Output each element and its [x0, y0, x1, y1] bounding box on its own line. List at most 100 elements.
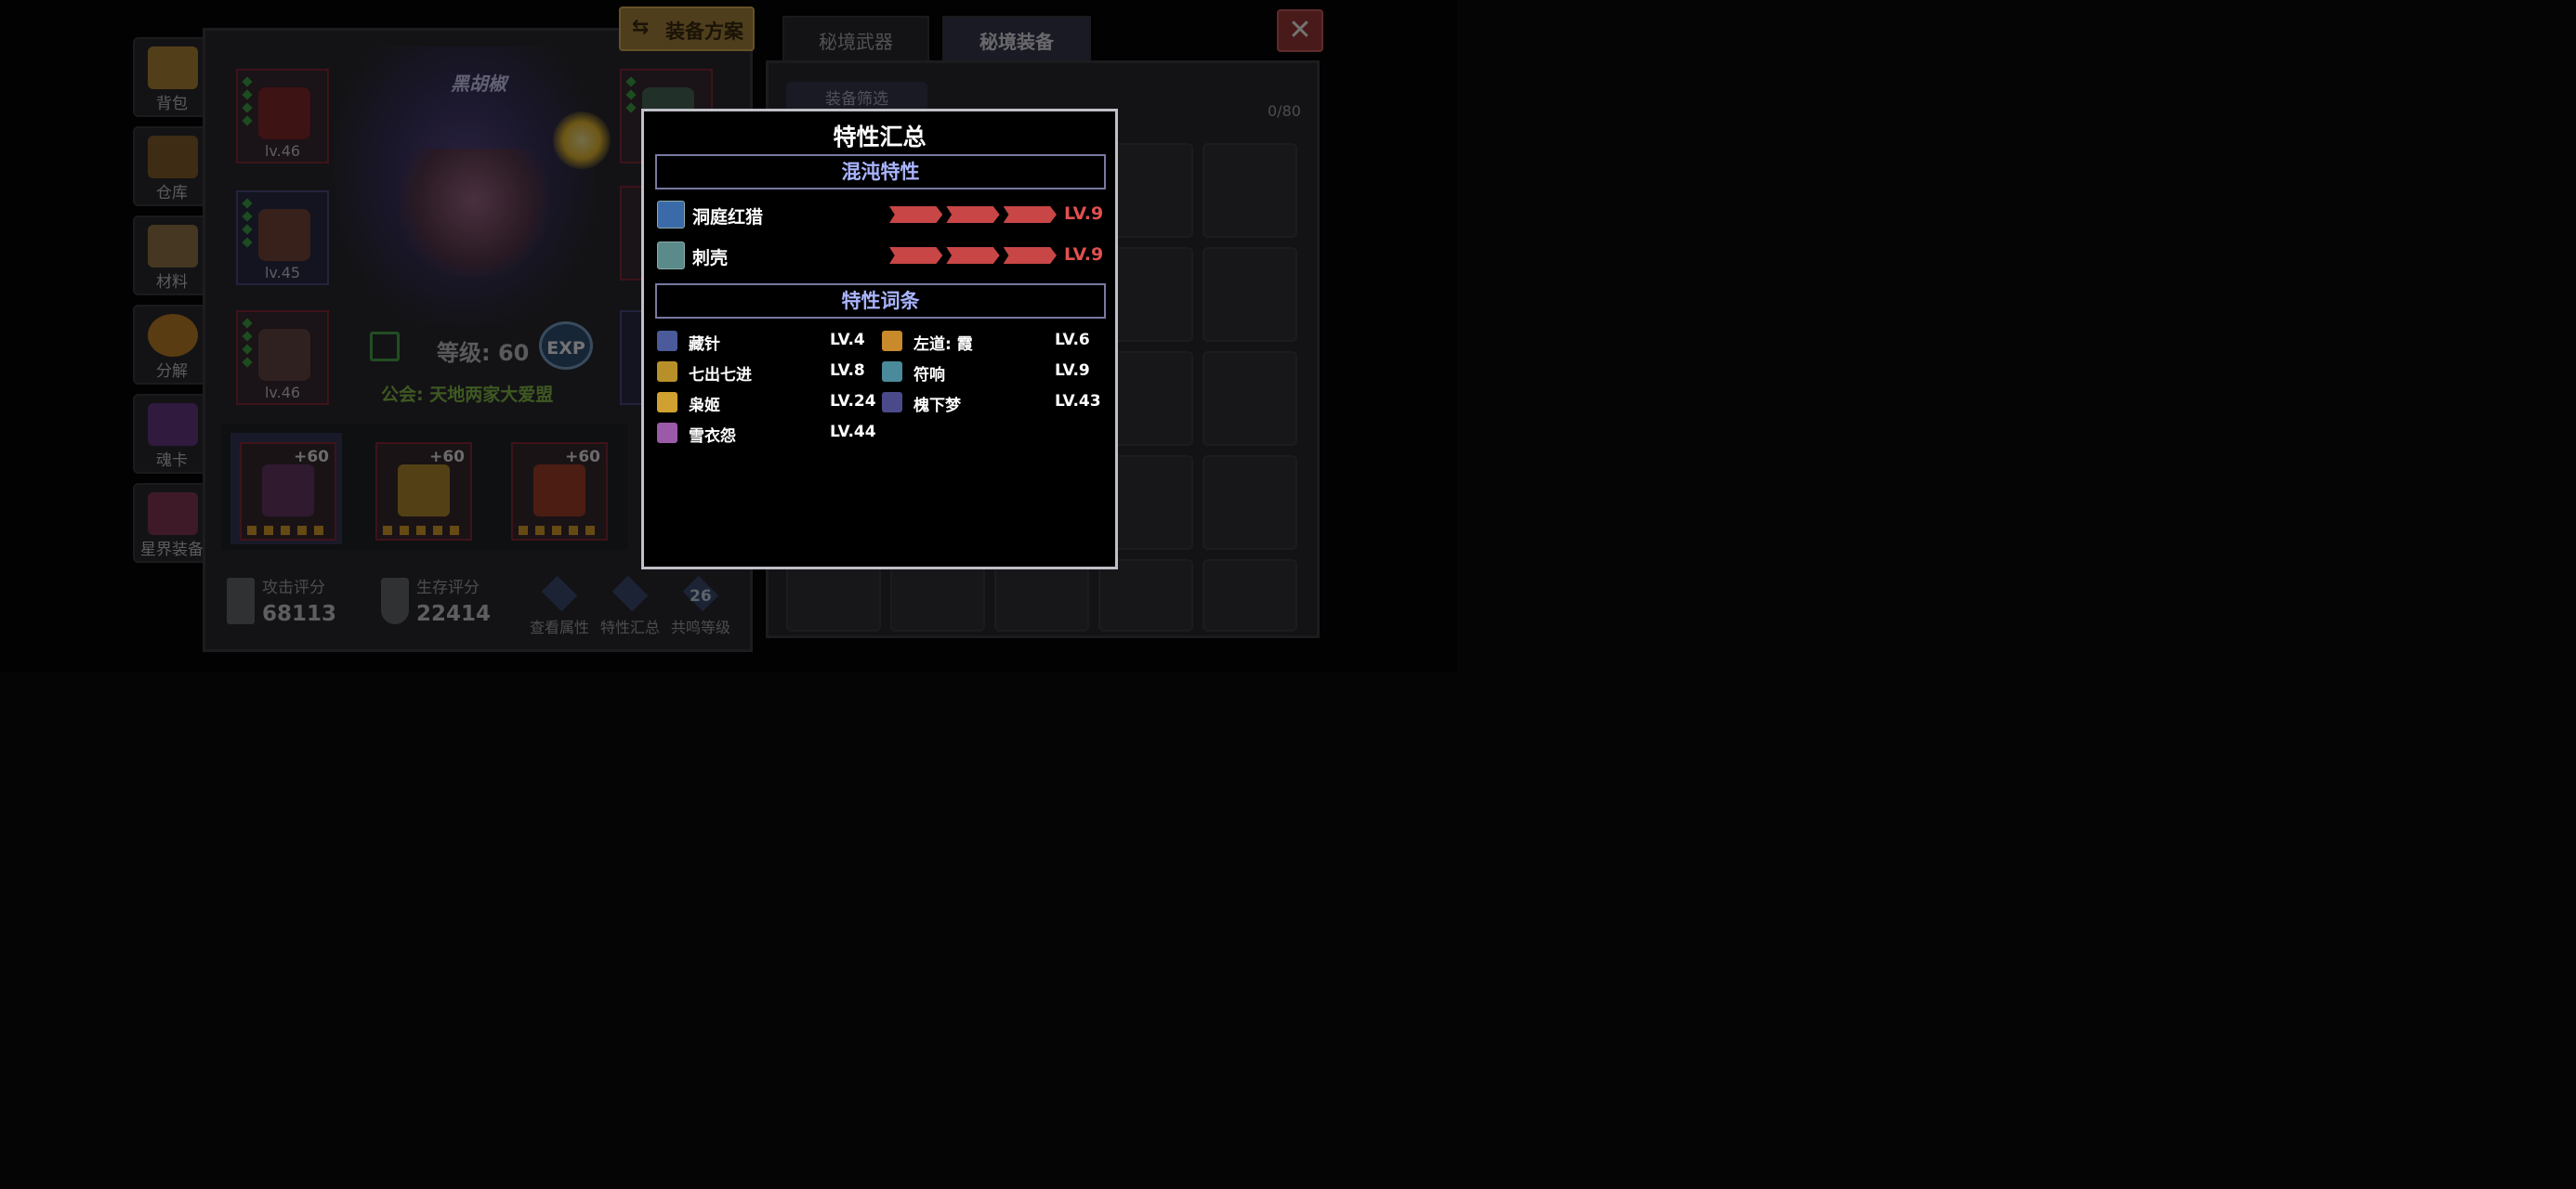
view-attributes-button[interactable]: 查看属性	[526, 575, 593, 637]
chaos-traits-heading: 混沌特性	[655, 154, 1106, 189]
inventory-slot[interactable]	[1203, 351, 1297, 446]
trait-name: 枭姬	[689, 397, 720, 415]
edit-icon[interactable]	[370, 332, 400, 361]
inventory-slot[interactable]	[890, 559, 985, 632]
hidden-needle-icon	[657, 331, 677, 351]
trait-level: LV.9	[1055, 361, 1090, 380]
tab-secret-weapons[interactable]: 秘境武器	[782, 16, 929, 62]
shoulder-armor-icon	[258, 329, 310, 381]
slot-level: lv.45	[264, 264, 301, 281]
weapon-slot-2[interactable]: +60	[375, 442, 472, 541]
sidebar-item-label: 魂卡	[156, 451, 188, 470]
level-segment	[946, 206, 1000, 223]
soul-card-icon	[148, 403, 198, 446]
inventory-slot[interactable]	[994, 559, 1089, 632]
view-attributes-label: 查看属性	[529, 619, 589, 636]
dismantle-icon	[148, 314, 198, 357]
trait-entry[interactable]: 雪衣怨 LV.44	[657, 421, 876, 446]
warehouse-icon	[148, 136, 198, 178]
chaos-trait-level: LV.9	[1064, 203, 1104, 224]
star-rating	[383, 526, 465, 535]
materials-icon	[148, 225, 198, 268]
thorn-shell-icon	[657, 242, 685, 269]
enhance-level: +60	[294, 448, 329, 466]
weapon-slot-3[interactable]: +60	[511, 442, 608, 541]
equipment-slot-left-1[interactable]: lv.46	[236, 69, 329, 163]
astral-equipment-icon	[148, 492, 198, 535]
sidebar-item-label: 星界装备	[140, 541, 204, 559]
sidebar-item-dismantle[interactable]: 分解	[133, 305, 211, 385]
chaos-trait-name: 刺壳	[692, 248, 729, 268]
rune-pips	[242, 198, 255, 252]
character-name: 黑胡椒	[451, 72, 506, 95]
trait-summary-label: 特性汇总	[599, 619, 660, 636]
trait-name: 槐下梦	[913, 397, 961, 415]
left-path-glow-icon	[882, 331, 902, 351]
chaos-trait-level: LV.9	[1064, 244, 1104, 265]
tab-secret-equipment[interactable]: 秘境装备	[942, 16, 1091, 62]
trait-level: LV.24	[830, 392, 876, 411]
exp-button[interactable]: EXP	[539, 321, 593, 370]
trait-summary-button[interactable]: 特性汇总	[597, 575, 664, 637]
trait-entry[interactable]: 槐下梦 LV.43	[882, 390, 1101, 415]
sidebar-item-backpack[interactable]: 背包	[133, 37, 211, 117]
close-button[interactable]: ✕	[1277, 9, 1323, 52]
trait-entry[interactable]: 藏针 LV.4	[657, 329, 876, 354]
equipment-plan-button[interactable]: ⇆ 装备方案	[619, 7, 755, 51]
equipment-slot-left-3[interactable]: lv.46	[236, 310, 329, 405]
chaos-trait-row[interactable]: 洞庭红猎 LV.9	[655, 201, 1104, 232]
potion-icon	[541, 575, 578, 612]
character-level: 等级: 60	[437, 340, 530, 366]
sword-icon	[227, 578, 255, 624]
chaos-trait-level-bar	[889, 206, 1057, 223]
guild-name[interactable]: 公会: 天地两家大爱盟	[381, 381, 553, 406]
trait-entry[interactable]: 符响 LV.9	[882, 359, 1101, 385]
trait-name: 符响	[913, 366, 945, 385]
resonance-level-value: 26	[690, 587, 712, 606]
chaos-trait-name: 洞庭红猎	[692, 207, 764, 228]
inventory-slot[interactable]	[786, 559, 881, 632]
inventory-capacity: 0/80	[1268, 102, 1301, 120]
rune-pips	[242, 76, 255, 130]
shield-icon	[381, 578, 409, 624]
trait-level: LV.6	[1055, 331, 1090, 349]
level-segment	[889, 206, 943, 223]
relic-altar-icon	[533, 464, 585, 516]
trait-entry[interactable]: 左道: 霞 LV.6	[882, 329, 1101, 354]
attack-score-value: 68113	[262, 602, 337, 626]
trait-entries-heading: 特性词条	[655, 283, 1106, 319]
backpack-icon	[148, 46, 198, 89]
inventory-slot[interactable]	[1098, 559, 1193, 632]
sidebar-item-warehouse[interactable]: 仓库	[133, 126, 211, 206]
owl-princess-icon	[657, 392, 677, 412]
talisman-echo-icon	[882, 361, 902, 382]
chaos-trait-row[interactable]: 刺壳 LV.9	[655, 242, 1104, 273]
slot-level: lv.46	[264, 142, 301, 160]
attack-score-label: 攻击评分	[262, 579, 325, 597]
sidebar-item-label: 仓库	[156, 184, 188, 203]
trait-name: 左道: 霞	[913, 335, 973, 354]
level-segment	[889, 247, 943, 264]
enhance-level: +60	[565, 448, 600, 466]
trait-entry[interactable]: 七出七进 LV.8	[657, 359, 876, 385]
equipment-slot-left-2[interactable]: lv.45	[236, 190, 329, 285]
inventory-slot[interactable]	[1203, 143, 1297, 238]
locust-dream-icon	[882, 392, 902, 412]
armor-icon	[258, 209, 310, 261]
enhance-level: +60	[429, 448, 465, 466]
rune-pips	[625, 76, 638, 117]
weapon-slot-1[interactable]: +60	[240, 442, 336, 541]
inventory-slot[interactable]	[1203, 455, 1297, 550]
trait-summary-dialog: 特性汇总 混沌特性 洞庭红猎 LV.9 刺壳 LV.9 特性词条 藏针 LV.4…	[641, 109, 1118, 569]
sidebar-item-soul-card[interactable]: 魂卡	[133, 394, 211, 474]
sidebar-item-astral-equipment[interactable]: 星界装备	[133, 483, 211, 563]
trait-level: LV.44	[830, 423, 876, 441]
sidebar-item-materials[interactable]: 材料	[133, 216, 211, 295]
survival-score-value: 22414	[416, 602, 492, 626]
inventory-slot[interactable]	[1203, 247, 1297, 342]
trait-name: 雪衣怨	[689, 427, 736, 446]
trait-entry[interactable]: 枭姬 LV.24	[657, 390, 876, 415]
equipment-plan-label: 装备方案	[665, 20, 743, 43]
snow-robe-grudge-icon	[657, 423, 677, 443]
inventory-slot[interactable]	[1203, 559, 1297, 632]
